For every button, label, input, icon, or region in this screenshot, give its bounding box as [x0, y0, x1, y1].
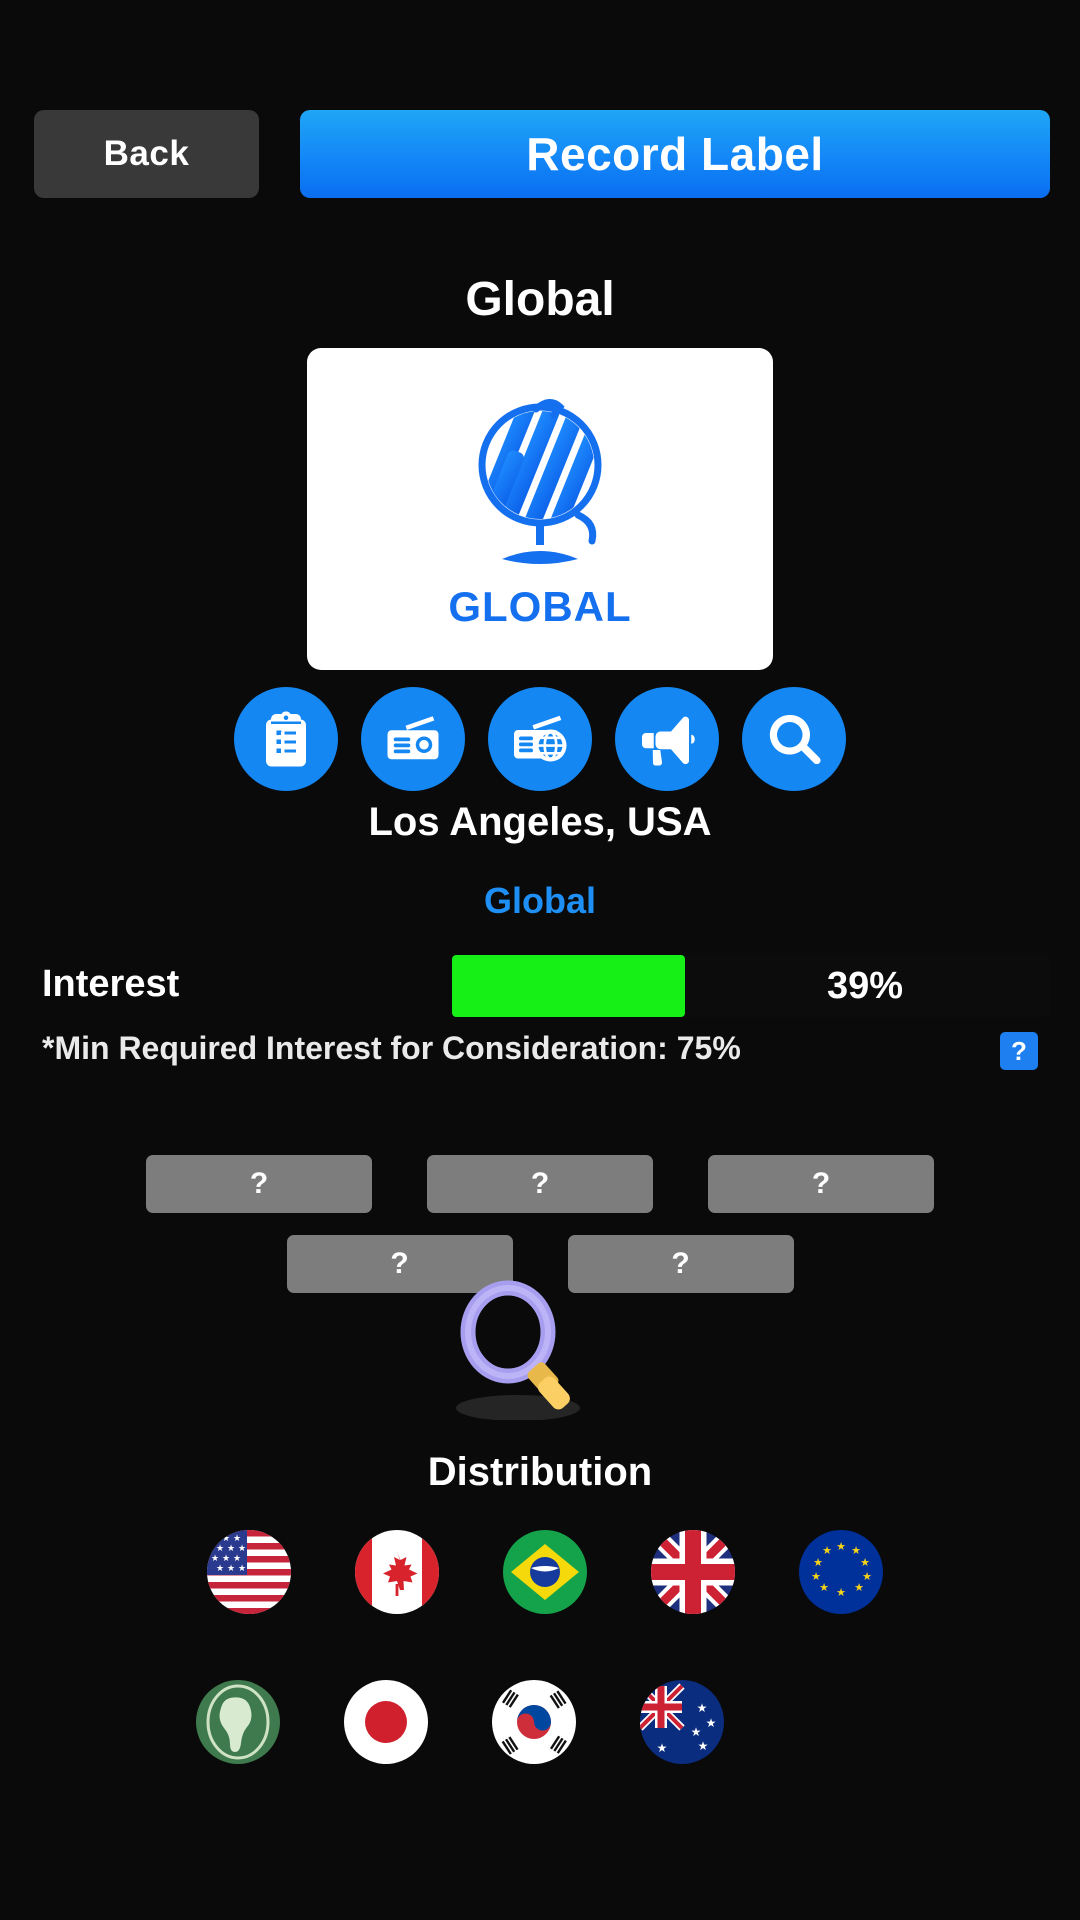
- svg-text:★: ★: [851, 1545, 861, 1557]
- search-icon-button[interactable]: [742, 687, 846, 791]
- label-logo-card: GLOBAL: [307, 348, 773, 670]
- slot-row-2: ? ?: [0, 1235, 1080, 1293]
- svg-text:★: ★: [233, 1553, 241, 1563]
- label-genre: Global: [483, 880, 596, 921]
- slot-label: ?: [811, 1167, 831, 1200]
- header-bar: Back Record Label: [0, 110, 1080, 198]
- slot-label: ?: [390, 1247, 409, 1280]
- interest-row: Interest 39%: [0, 955, 1080, 1017]
- svg-text:★: ★: [233, 1533, 241, 1543]
- logo-wordmark: GLOBAL: [448, 583, 632, 630]
- slot-grid: ? ? ? ? ?: [0, 1155, 1080, 1315]
- distribution-flag-row-1: ★ ★ ★ ★ ★ ★ ★ ★ ★ ★ ★ ★ ★ ★ ★ ★ ★ ★ ★ ★ …: [0, 1530, 1080, 1614]
- slot-label: ?: [530, 1167, 550, 1200]
- svg-text:★: ★: [216, 1563, 224, 1573]
- svg-text:★: ★: [222, 1533, 230, 1543]
- slot-button[interactable]: ?: [427, 1155, 653, 1213]
- record-label-screen: Back Record Label Global GLOBAL Los Ange…: [0, 0, 1080, 1920]
- svg-text:★: ★: [227, 1543, 235, 1553]
- interest-value: 39%: [826, 964, 904, 1007]
- min-interest-note: *Min Required Interest for Consideration…: [42, 1030, 741, 1066]
- flag-south-korea[interactable]: [492, 1680, 576, 1764]
- search-icon: [769, 714, 821, 765]
- flag-japan[interactable]: [344, 1680, 428, 1764]
- svg-text:★: ★: [657, 1741, 668, 1755]
- slot-label: ?: [249, 1167, 269, 1200]
- distribution-flag-row-2: ★ ★ ★ ★ ★: [0, 1680, 1080, 1764]
- svg-text:★: ★: [691, 1725, 702, 1739]
- svg-text:★: ★: [227, 1563, 235, 1573]
- megaphone-icon: [642, 716, 695, 766]
- distribution-title: Distribution: [427, 1450, 653, 1494]
- svg-text:★: ★: [697, 1701, 708, 1715]
- globe-logo-icon: [478, 399, 602, 564]
- svg-text:★: ★: [860, 1557, 870, 1569]
- clipboard-checklist-icon: [265, 711, 307, 767]
- megaphone-icon-button[interactable]: [615, 687, 719, 791]
- interest-progress-track: 39%: [452, 955, 1050, 1017]
- label-name: Global: [465, 273, 615, 326]
- svg-text:★: ★: [836, 1541, 846, 1553]
- radio-icon-button[interactable]: [361, 687, 465, 791]
- flag-australia[interactable]: ★ ★ ★ ★ ★: [640, 1680, 724, 1764]
- svg-text:★: ★: [819, 1582, 829, 1594]
- svg-text:★: ★: [706, 1716, 717, 1730]
- svg-text:★: ★: [836, 1587, 846, 1599]
- svg-text:★: ★: [811, 1571, 821, 1583]
- interest-label: Interest: [42, 963, 180, 1005]
- slot-button[interactable]: ?: [286, 1235, 513, 1293]
- svg-text:★: ★: [222, 1553, 230, 1563]
- svg-text:★: ★: [216, 1543, 224, 1553]
- label-location: Los Angeles, USA: [368, 800, 712, 844]
- radio-globe-icon-button[interactable]: [488, 687, 592, 791]
- flag-canada[interactable]: [355, 1530, 439, 1614]
- back-button-label: Back: [103, 134, 190, 173]
- slot-label: ?: [671, 1247, 690, 1280]
- flag-usa[interactable]: ★ ★ ★ ★ ★ ★ ★ ★ ★ ★ ★ ★: [207, 1530, 291, 1614]
- back-button[interactable]: Back: [34, 110, 259, 198]
- slot-row-1: ? ? ?: [0, 1155, 1080, 1213]
- record-label-title-label: Record Label: [526, 128, 824, 180]
- interest-progress-fill: [452, 955, 686, 1017]
- record-label-title-button[interactable]: Record Label: [300, 110, 1050, 198]
- flag-eu[interactable]: ★ ★ ★ ★ ★ ★ ★ ★ ★ ★: [799, 1530, 883, 1614]
- slot-button[interactable]: ?: [708, 1155, 934, 1213]
- svg-text:★: ★: [854, 1582, 864, 1594]
- svg-text:★: ★: [698, 1739, 709, 1753]
- svg-text:★: ★: [238, 1543, 246, 1553]
- flag-brazil[interactable]: [503, 1530, 587, 1614]
- slot-button[interactable]: ?: [146, 1155, 372, 1213]
- svg-text:★: ★: [238, 1563, 246, 1573]
- radio-icon: [387, 716, 439, 760]
- flag-africa[interactable]: [196, 1680, 280, 1764]
- clipboard-checklist-icon-button[interactable]: [234, 687, 338, 791]
- help-badge-button[interactable]: ?: [1000, 1032, 1038, 1070]
- svg-text:★: ★: [822, 1545, 832, 1557]
- flag-uk[interactable]: [651, 1530, 735, 1614]
- help-badge-label: ?: [1011, 1035, 1027, 1066]
- slot-button[interactable]: ?: [567, 1235, 794, 1293]
- svg-text:★: ★: [211, 1533, 219, 1543]
- action-icon-row: [0, 687, 1080, 791]
- svg-text:★: ★: [211, 1553, 219, 1563]
- svg-text:★: ★: [813, 1557, 823, 1569]
- radio-globe-icon: [514, 715, 567, 762]
